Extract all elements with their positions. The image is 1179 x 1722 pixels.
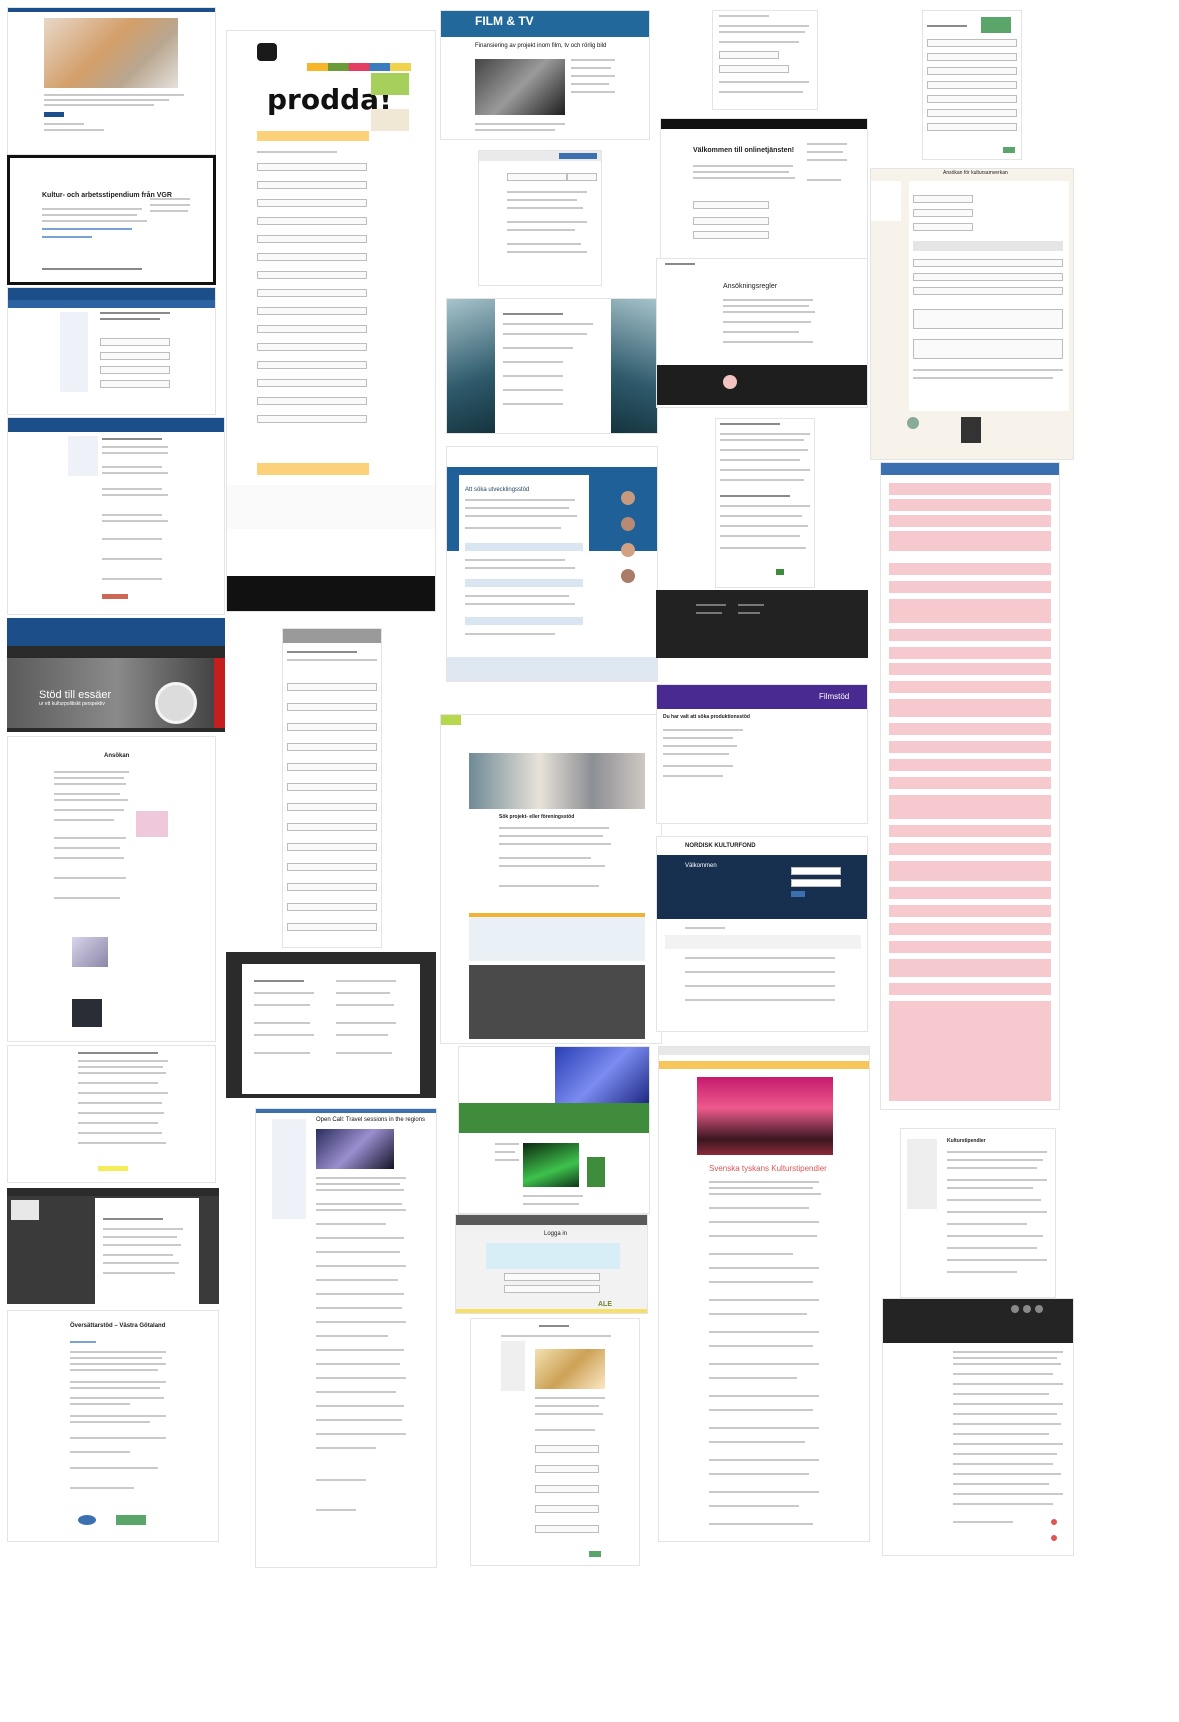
kultur-stipendier-heading: Kulturstipendier [947, 1138, 986, 1144]
filmstod-label: Filmstöd [819, 692, 850, 701]
du-har-valt-heading: Du har valt att söka produktionsstöd [663, 714, 750, 720]
thumbnail-green-site[interactable] [458, 1046, 650, 1214]
onlinetjansten-heading: Välkommen till onlinetjänsten! [693, 147, 795, 154]
thumbnail-text-article[interactable] [715, 418, 815, 588]
thumbnail-dark-footer[interactable] [656, 590, 868, 658]
sok-projekt-heading: Sök projekt- eller föreningsstöd [499, 814, 575, 820]
thumbnail-form-light[interactable] [282, 628, 382, 948]
logga-in-heading: Logga in [544, 1231, 568, 1237]
thumbnail-nordisk-kulturfond[interactable]: NORDISK KULTURFOND Välkommen [656, 836, 868, 1032]
svenska-tyska-heading: Svenska tyskans Kulturstipendier [709, 1164, 827, 1173]
thumbnail-application-list[interactable] [478, 150, 602, 286]
nordisk-kulturfond-logo: NORDISK KULTURFOND [685, 843, 756, 849]
thumbnail-pdf-viewer-1[interactable] [7, 1188, 219, 1304]
thumbnail-onlinetjansten[interactable]: Välkommen till onlinetjänsten! [660, 118, 868, 260]
thumbnail-kultur-stipendier[interactable]: Kulturstipendier [900, 1128, 1056, 1298]
thumbnail-svenska-tyska[interactable]: Svenska tyskans Kulturstipendier [658, 1046, 870, 1542]
thumbnail-logga-in[interactable]: Logga in ALE [455, 1214, 648, 1314]
thumbnail-top-form-white[interactable] [712, 10, 818, 110]
ansokningsregler-heading: Ansökningsregler [723, 283, 778, 290]
thumbnail-vgr-article[interactable] [7, 1045, 216, 1183]
thumbnail-ansokan[interactable]: Ansökan [7, 736, 216, 1042]
thumbnail-film-tv[interactable]: FILM & TV Finansiering av projekt inom f… [440, 10, 650, 140]
ale-logo: ALE [598, 1301, 612, 1308]
thumbnail-pink-form[interactable] [880, 462, 1060, 1110]
thumbnail-att-soka[interactable]: Att söka utvecklingsstöd [446, 446, 658, 682]
film-tv-headline: Finansiering av projekt inom film, tv oc… [475, 43, 607, 49]
film-tv-logo: FILM & TV [475, 14, 534, 28]
thumbnail-vgr-form-1[interactable] [7, 287, 216, 415]
valkommen-heading: Välkommen [685, 863, 717, 869]
thumbnail-pdf-viewer-2[interactable] [226, 952, 436, 1098]
thumbnail-forest-hero[interactable] [446, 298, 658, 434]
att-soka-heading: Att söka utvecklingsstöd [465, 487, 530, 493]
thumbnail-ansokan-villkor[interactable]: Ansökan för kultursamverkan [870, 168, 1074, 460]
ansokan-heading: Ansökan [104, 753, 130, 759]
thumbnail-filmstod[interactable]: Filmstöd Du har valt att söka produktion… [656, 684, 868, 824]
thumbnail-vgr-stipend[interactable]: Kultur- och arbetsstipendium från VGR [7, 155, 216, 285]
thumbnail-vgr-form-2[interactable] [7, 417, 225, 615]
essaer-title: Stöd till essäer [39, 689, 112, 701]
thumbnail-prodda[interactable]: prodda! [226, 30, 436, 612]
thumbnail-open-call[interactable]: Open Call: Travel sessions in the region… [255, 1108, 437, 1568]
thumbnail-news-article[interactable] [7, 7, 216, 155]
thumbnail-shop[interactable] [470, 1318, 640, 1566]
thumbnail-sok-projekt[interactable]: Sök projekt- eller föreningsstöd [440, 714, 662, 1044]
open-call-heading: Open Call: Travel sessions in the region… [316, 1117, 426, 1123]
ansokan-villkor-heading: Ansökan för kultursamverkan [943, 170, 1008, 176]
thumbnail-article-dark-header[interactable] [882, 1298, 1074, 1556]
thumbnail-oversattarstod[interactable]: Översättarstöd – Västra Götaland [7, 1310, 219, 1542]
thumbnail-stod-till-essaer[interactable]: Stöd till essäer ur ett kulturpolitiskt … [7, 618, 225, 732]
oversattarstod-heading: Översättarstöd – Västra Götaland [70, 1323, 166, 1329]
essaer-subtitle: ur ett kulturpolitiskt perspektiv [39, 701, 105, 707]
thumbnail-ansokningsregler[interactable]: Ansökningsregler [656, 258, 868, 408]
thumbnail-top-form-right[interactable] [922, 10, 1022, 160]
